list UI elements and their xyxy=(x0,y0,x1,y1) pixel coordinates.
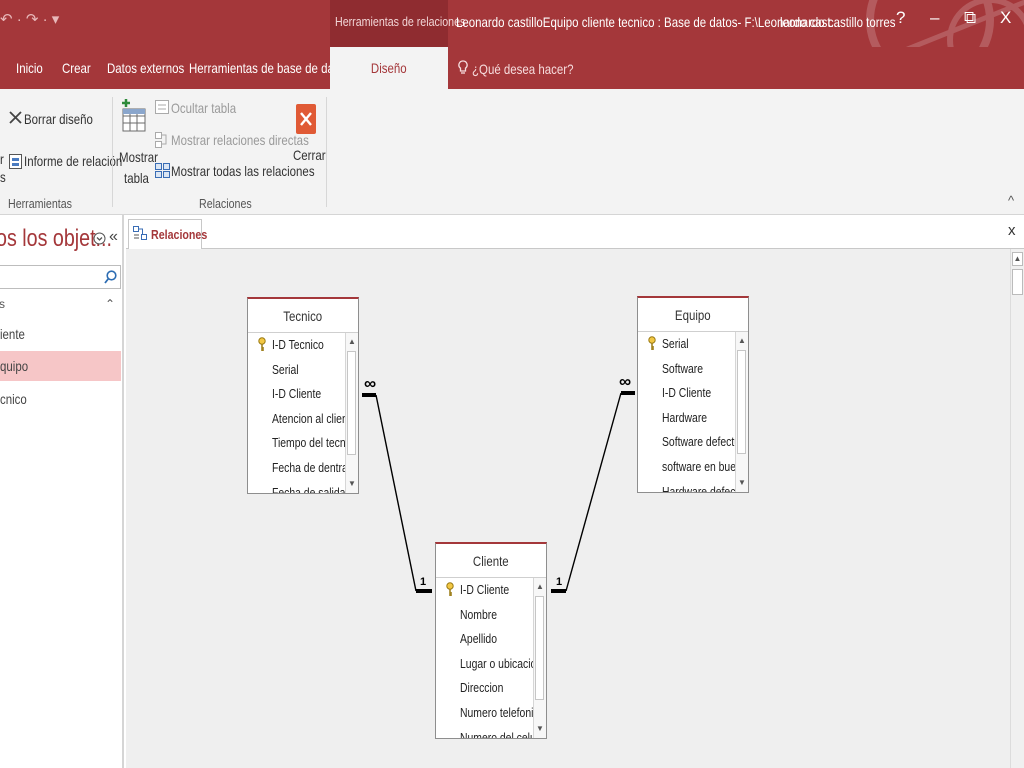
field-row[interactable]: Software xyxy=(638,357,736,382)
nav-item-equipo[interactable]: quipo xyxy=(0,351,121,381)
field-row[interactable]: Numero del celular xyxy=(436,726,534,738)
mostrar-todas-relaciones-button[interactable]: Mostrar todas las relaciones xyxy=(171,163,346,179)
scroll-down-arrow[interactable]: ▼ xyxy=(736,476,748,490)
scroll-up-button[interactable]: ▲ xyxy=(1012,252,1023,266)
field-row[interactable]: Apellido xyxy=(436,627,534,652)
table-equipo[interactable]: Equipo Serial Software I-D Cliente Hardw… xyxy=(637,296,749,493)
field-row[interactable]: Tiempo del tecnico xyxy=(248,431,346,456)
field-row[interactable]: Serial xyxy=(248,358,346,383)
all-relations-icon xyxy=(155,163,170,178)
hide-table-icon xyxy=(155,100,169,114)
tell-me-box[interactable]: ¿Qué desea hacer? xyxy=(458,60,596,77)
table-scrollbar[interactable]: ▲ ▼ xyxy=(345,333,358,493)
editar-relaciones-partial-2: s xyxy=(0,169,6,185)
scroll-thumb[interactable] xyxy=(535,596,544,700)
field-row[interactable]: Hardware defectu xyxy=(638,480,736,492)
group-collapse-icon[interactable]: ⌃ xyxy=(105,297,115,311)
many-cardinality-label: ∞ xyxy=(364,374,377,393)
tab-inicio[interactable]: Inicio xyxy=(16,60,49,76)
scroll-down-arrow[interactable]: ▼ xyxy=(534,722,546,736)
field-row[interactable]: Hardware xyxy=(638,406,736,431)
relationships-icon xyxy=(133,226,147,240)
nav-item-tecnico[interactable]: cnico xyxy=(0,384,121,414)
field-row[interactable]: I-D Tecnico xyxy=(248,333,346,358)
dropdown-circle-icon[interactable] xyxy=(93,232,106,245)
search-icon xyxy=(104,270,117,284)
document-tab-bar: Relaciones xyxy=(126,215,1024,249)
scroll-up-arrow[interactable]: ▲ xyxy=(534,580,546,594)
nav-group-header[interactable]: s xyxy=(0,297,5,311)
group-label-relaciones: Relaciones xyxy=(199,196,252,211)
field-row[interactable]: I-D Cliente xyxy=(436,578,534,603)
field-row[interactable]: Serial xyxy=(638,332,736,357)
field-row[interactable]: Atencion al cliente xyxy=(248,407,346,432)
field-row[interactable]: Software defectuoso xyxy=(638,430,736,455)
field-row[interactable]: I-D Cliente xyxy=(248,382,346,407)
primary-key-icon xyxy=(648,336,656,350)
scroll-up-arrow[interactable]: ▲ xyxy=(736,334,748,348)
ocultar-tabla-button[interactable]: Ocultar tabla xyxy=(171,100,250,116)
field-row[interactable]: software en buen xyxy=(638,455,736,480)
tab-diseno[interactable]: Diseño xyxy=(330,47,448,89)
collapse-pane-icon[interactable]: « xyxy=(109,228,118,246)
ribbon: Borrar diseño r s Informe de relación He… xyxy=(0,89,1024,215)
close-document-button[interactable]: x xyxy=(1008,222,1016,239)
one-cardinality-label: 1 xyxy=(556,576,563,588)
field-row[interactable]: Fecha de dentrada xyxy=(248,456,346,481)
table-cliente[interactable]: Cliente I-D Cliente Nombre Apellido Luga… xyxy=(435,542,547,739)
quick-access-toolbar[interactable]: ↶ · ↷ · ▾ xyxy=(0,10,59,28)
search-input[interactable] xyxy=(0,265,121,289)
borrar-diseno-button[interactable]: Borrar diseño xyxy=(24,111,108,127)
group-separator xyxy=(112,97,113,207)
contextual-tab-title: Herramientas de relaciones xyxy=(330,0,465,47)
field-row[interactable]: Nombre xyxy=(436,603,534,628)
group-label-herramientas: Herramientas xyxy=(8,196,72,211)
show-table-icon xyxy=(122,99,146,132)
mostrar-relaciones-directas-button[interactable]: Mostrar relaciones directas xyxy=(171,132,339,148)
field-row[interactable]: Direccion xyxy=(436,676,534,701)
field-row[interactable]: Numero telefonico xyxy=(436,701,534,726)
field-list: I-D Cliente Nombre Apellido Lugar o ubic… xyxy=(436,578,534,738)
navigation-pane: os los objet... « s ⌃ iente quipo cnico xyxy=(0,215,124,768)
canvas-vertical-scrollbar[interactable]: ▲ xyxy=(1010,249,1024,768)
table-title[interactable]: Tecnico xyxy=(248,299,358,333)
field-row[interactable]: Lugar o ubicacion xyxy=(436,652,534,677)
one-cardinality-label: 1 xyxy=(420,576,427,588)
close-relations-icon xyxy=(296,104,316,134)
field-list: I-D Tecnico Serial I-D Cliente Atencion … xyxy=(248,333,346,493)
nav-item-cliente[interactable]: iente xyxy=(0,319,121,349)
table-scrollbar[interactable]: ▲ ▼ xyxy=(735,332,748,492)
direct-relations-icon xyxy=(155,132,167,148)
report-icon xyxy=(9,154,22,169)
scroll-up-arrow[interactable]: ▲ xyxy=(346,335,358,349)
tab-relaciones-label: Relaciones xyxy=(151,227,208,242)
field-list: Serial Software I-D Cliente Hardware Sof… xyxy=(638,332,736,492)
many-cardinality-label: ∞ xyxy=(619,372,632,391)
table-scrollbar[interactable]: ▲ ▼ xyxy=(533,578,546,738)
collapse-ribbon-button[interactable]: ^ xyxy=(1008,193,1014,208)
table-title[interactable]: Equipo xyxy=(638,298,748,332)
scroll-down-arrow[interactable]: ▼ xyxy=(346,477,358,491)
tab-crear[interactable]: Crear xyxy=(62,60,97,76)
field-row[interactable]: I-D Cliente xyxy=(638,381,736,406)
mostrar-tabla-button-line2: tabla xyxy=(124,170,149,186)
primary-key-icon xyxy=(446,582,454,596)
delete-x-icon xyxy=(9,111,22,124)
lightbulb-icon xyxy=(458,60,468,74)
primary-key-icon xyxy=(258,337,266,351)
editar-relaciones-partial[interactable]: r xyxy=(0,151,5,167)
scroll-thumb[interactable] xyxy=(737,350,746,454)
scroll-thumb[interactable] xyxy=(347,351,356,455)
tab-datos-externos[interactable]: Datos externos xyxy=(107,60,201,76)
table-tecnico[interactable]: Tecnico I-D Tecnico Serial I-D Cliente A… xyxy=(247,297,359,494)
scroll-thumb[interactable] xyxy=(1012,269,1023,295)
tab-relaciones[interactable]: Relaciones xyxy=(128,219,207,249)
field-row[interactable]: Fecha de salida de xyxy=(248,481,346,493)
group-separator xyxy=(326,97,327,207)
table-title[interactable]: Cliente xyxy=(436,544,546,578)
